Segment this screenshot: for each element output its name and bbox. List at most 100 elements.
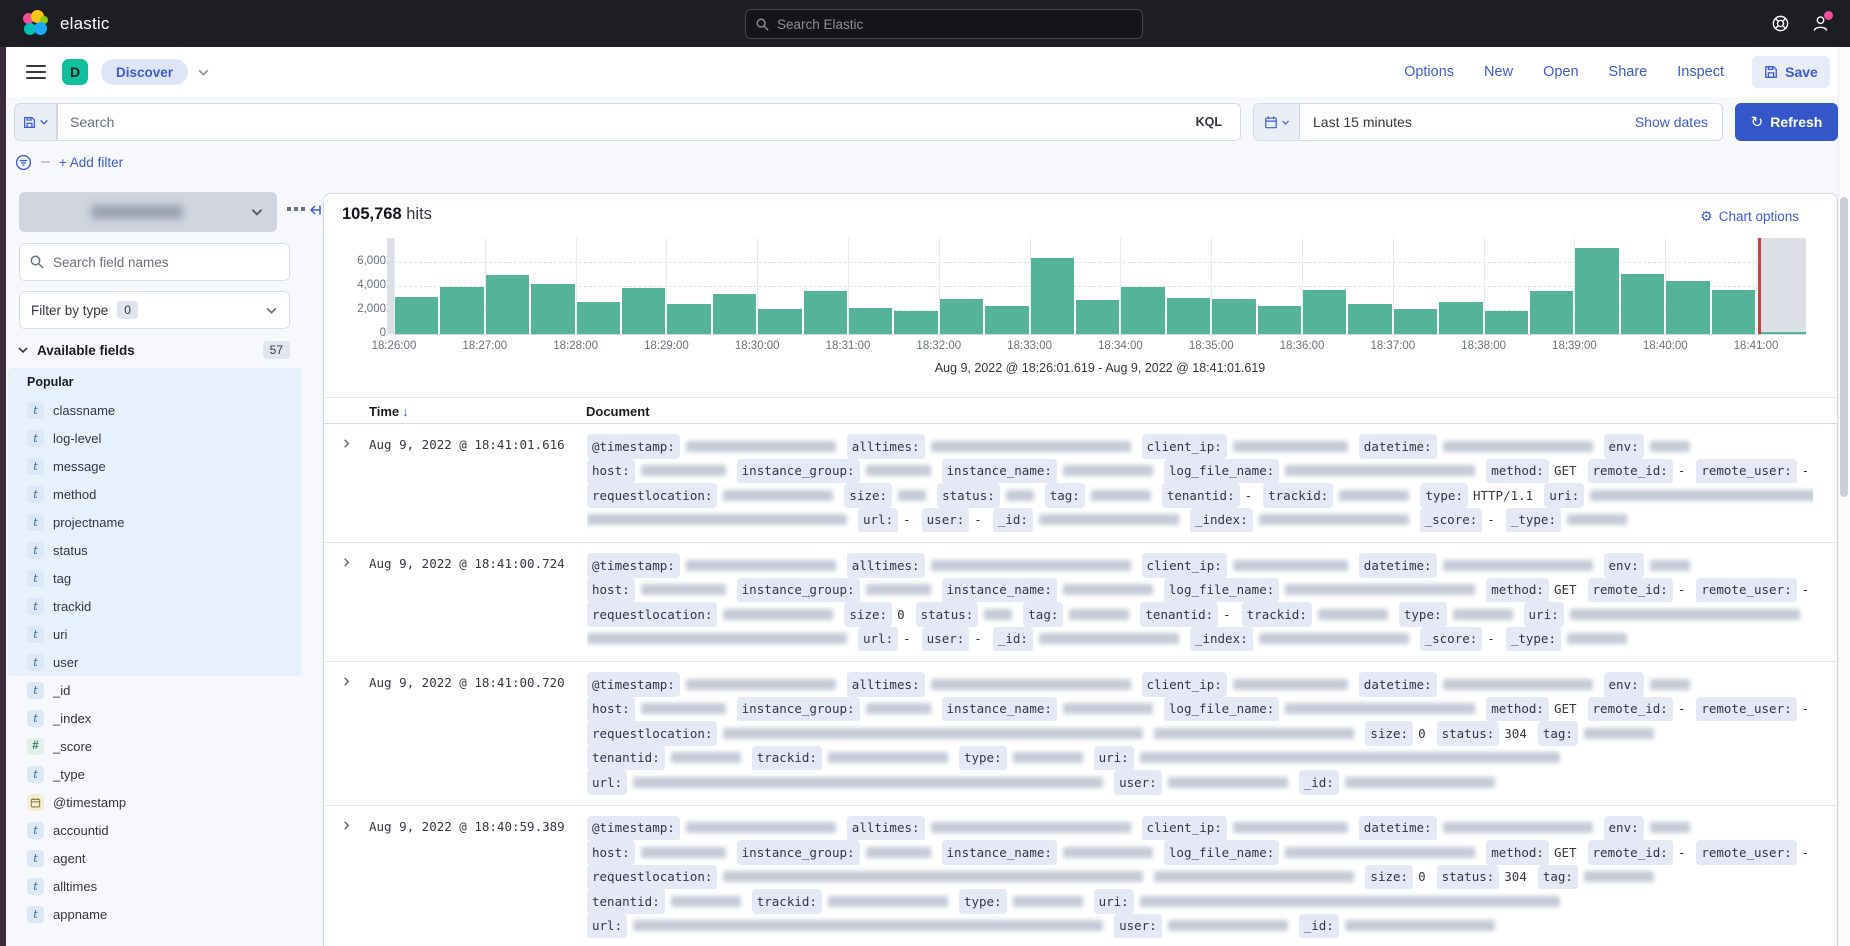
field-item-classname[interactable]: tclassname (8, 396, 302, 424)
histogram-bar[interactable] (985, 306, 1028, 334)
document-line: requestlocation:size:0status:tag:tenanti… (587, 602, 1813, 627)
field-item-_id[interactable]: t_id (8, 676, 302, 704)
field-search-input[interactable]: Search field names (19, 243, 290, 281)
field-item-uri[interactable]: turi (8, 620, 302, 648)
field-badge: @timestamp: (587, 672, 680, 697)
histogram-bar[interactable] (395, 297, 438, 334)
histogram-bar[interactable] (1031, 258, 1074, 334)
histogram-bar[interactable] (1666, 281, 1709, 334)
field-badge: url: (858, 627, 898, 652)
add-filter-button[interactable]: + Add filter (59, 155, 123, 170)
kql-language-button[interactable]: KQL (1190, 112, 1228, 132)
document-row[interactable]: Aug 9, 2022 @ 18:41:00.724@timestamp:all… (324, 543, 1837, 662)
document-line: @timestamp:alltimes:client_ip:datetime:e… (587, 553, 1813, 578)
histogram-bar[interactable] (531, 284, 574, 334)
field-item-@timestamp[interactable]: @timestamp (8, 788, 302, 816)
collapse-sidebar-icon[interactable] (307, 202, 323, 218)
text-type-icon: t (27, 906, 44, 923)
filter-icon[interactable] (15, 154, 32, 171)
expand-row-icon[interactable] (324, 434, 369, 532)
field-badge: instance_name: (942, 578, 1057, 603)
toolbar-link-open[interactable]: Open (1543, 64, 1578, 80)
field-item-projectname[interactable]: tprojectname (8, 508, 302, 536)
field-badge: datetime: (1359, 672, 1437, 697)
toolbar-link-options[interactable]: Options (1404, 64, 1454, 80)
calendar-menu-button[interactable] (1254, 104, 1300, 140)
histogram-bar[interactable] (667, 304, 710, 334)
breadcrumb[interactable]: Discover (101, 59, 188, 85)
field-item-message[interactable]: tmessage (8, 452, 302, 480)
toolbar-link-new[interactable]: New (1484, 64, 1513, 80)
histogram-bar[interactable] (940, 299, 983, 334)
query-input[interactable]: Search KQL (57, 103, 1241, 141)
histogram-bar[interactable] (1348, 304, 1391, 334)
field-item-agent[interactable]: tagent (8, 844, 302, 872)
refresh-button[interactable]: ↻ Refresh (1735, 103, 1838, 141)
app-badge[interactable]: D (62, 59, 88, 85)
field-item-tag[interactable]: ttag (8, 564, 302, 592)
field-item-alltimes[interactable]: talltimes (8, 872, 302, 900)
scrollbar-track[interactable] (1838, 47, 1850, 946)
field-value: GET (1554, 701, 1577, 716)
expand-row-icon[interactable] (324, 672, 369, 795)
field-item-_index[interactable]: t_index (8, 704, 302, 732)
field-item-_score[interactable]: #_score (8, 732, 302, 760)
saved-query-menu-button[interactable] (14, 103, 57, 141)
available-fields-accordion[interactable]: Available fields 57 (17, 338, 290, 362)
histogram-bar[interactable] (1712, 290, 1755, 334)
field-item-_type[interactable]: t_type (8, 760, 302, 788)
histogram-bar[interactable] (713, 294, 756, 334)
histogram-bar[interactable] (1167, 298, 1210, 334)
histogram-bar[interactable] (577, 302, 620, 334)
index-pattern-select[interactable] (19, 192, 277, 232)
histogram-chart[interactable] (394, 244, 1806, 334)
histogram-bar[interactable] (1530, 291, 1573, 334)
field-item-method[interactable]: tmethod (8, 480, 302, 508)
histogram-bar[interactable] (1394, 309, 1437, 334)
menu-icon[interactable] (26, 65, 46, 79)
column-time[interactable]: Time↓ (369, 404, 409, 419)
field-item-accountid[interactable]: taccountid (8, 816, 302, 844)
histogram-bar[interactable] (894, 311, 937, 334)
histogram-bar[interactable] (486, 275, 529, 334)
user-menu-icon[interactable] (1810, 14, 1830, 34)
scrollbar-thumb[interactable] (1840, 197, 1848, 497)
toolbar-link-inspect[interactable]: Inspect (1677, 64, 1724, 80)
histogram-bar[interactable] (849, 308, 892, 334)
histogram-bar[interactable] (1076, 300, 1119, 334)
field-item-trackid[interactable]: ttrackid (8, 592, 302, 620)
boxes-horizontal-icon[interactable] (287, 207, 305, 211)
chevron-down-icon[interactable] (197, 66, 210, 79)
filter-by-type-button[interactable]: Filter by type 0 (19, 291, 290, 329)
save-button[interactable]: Save (1752, 56, 1830, 88)
document-row[interactable]: Aug 9, 2022 @ 18:40:59.389@timestamp:all… (324, 806, 1837, 946)
field-badge: client_ip: (1142, 816, 1227, 841)
document-row[interactable]: Aug 9, 2022 @ 18:41:01.616@timestamp:all… (324, 424, 1837, 543)
histogram-bar[interactable] (758, 309, 801, 334)
histogram-bar[interactable] (1121, 287, 1164, 334)
expand-row-icon[interactable] (324, 816, 369, 939)
help-icon[interactable] (1770, 14, 1790, 34)
histogram-bar[interactable] (1575, 248, 1618, 334)
field-item-appname[interactable]: tappname (8, 900, 302, 928)
histogram-bar[interactable] (440, 287, 483, 334)
expand-row-icon[interactable] (324, 553, 369, 651)
histogram-bar[interactable] (1485, 311, 1528, 334)
histogram-bar[interactable] (1258, 306, 1301, 334)
field-item-user[interactable]: tuser (8, 648, 302, 676)
histogram-bar[interactable] (1621, 274, 1664, 334)
histogram-bar[interactable] (804, 291, 847, 334)
time-range-value[interactable]: Last 15 minutes (1313, 114, 1412, 130)
field-item-log-level[interactable]: tlog-level (8, 424, 302, 452)
histogram-bar[interactable] (622, 288, 665, 334)
toolbar-link-share[interactable]: Share (1609, 64, 1648, 80)
histogram-bar[interactable] (1439, 302, 1482, 334)
histogram-bar[interactable] (1303, 290, 1346, 334)
document-row[interactable]: Aug 9, 2022 @ 18:41:00.720@timestamp:all… (324, 662, 1837, 806)
elastic-brand[interactable]: elastic (22, 10, 110, 37)
show-dates-button[interactable]: Show dates (1635, 114, 1708, 130)
chart-options-button[interactable]: ⚙ Chart options (1700, 208, 1799, 225)
global-search-input[interactable]: Search Elastic (745, 9, 1143, 39)
histogram-bar[interactable] (1212, 299, 1255, 334)
field-item-status[interactable]: tstatus (8, 536, 302, 564)
